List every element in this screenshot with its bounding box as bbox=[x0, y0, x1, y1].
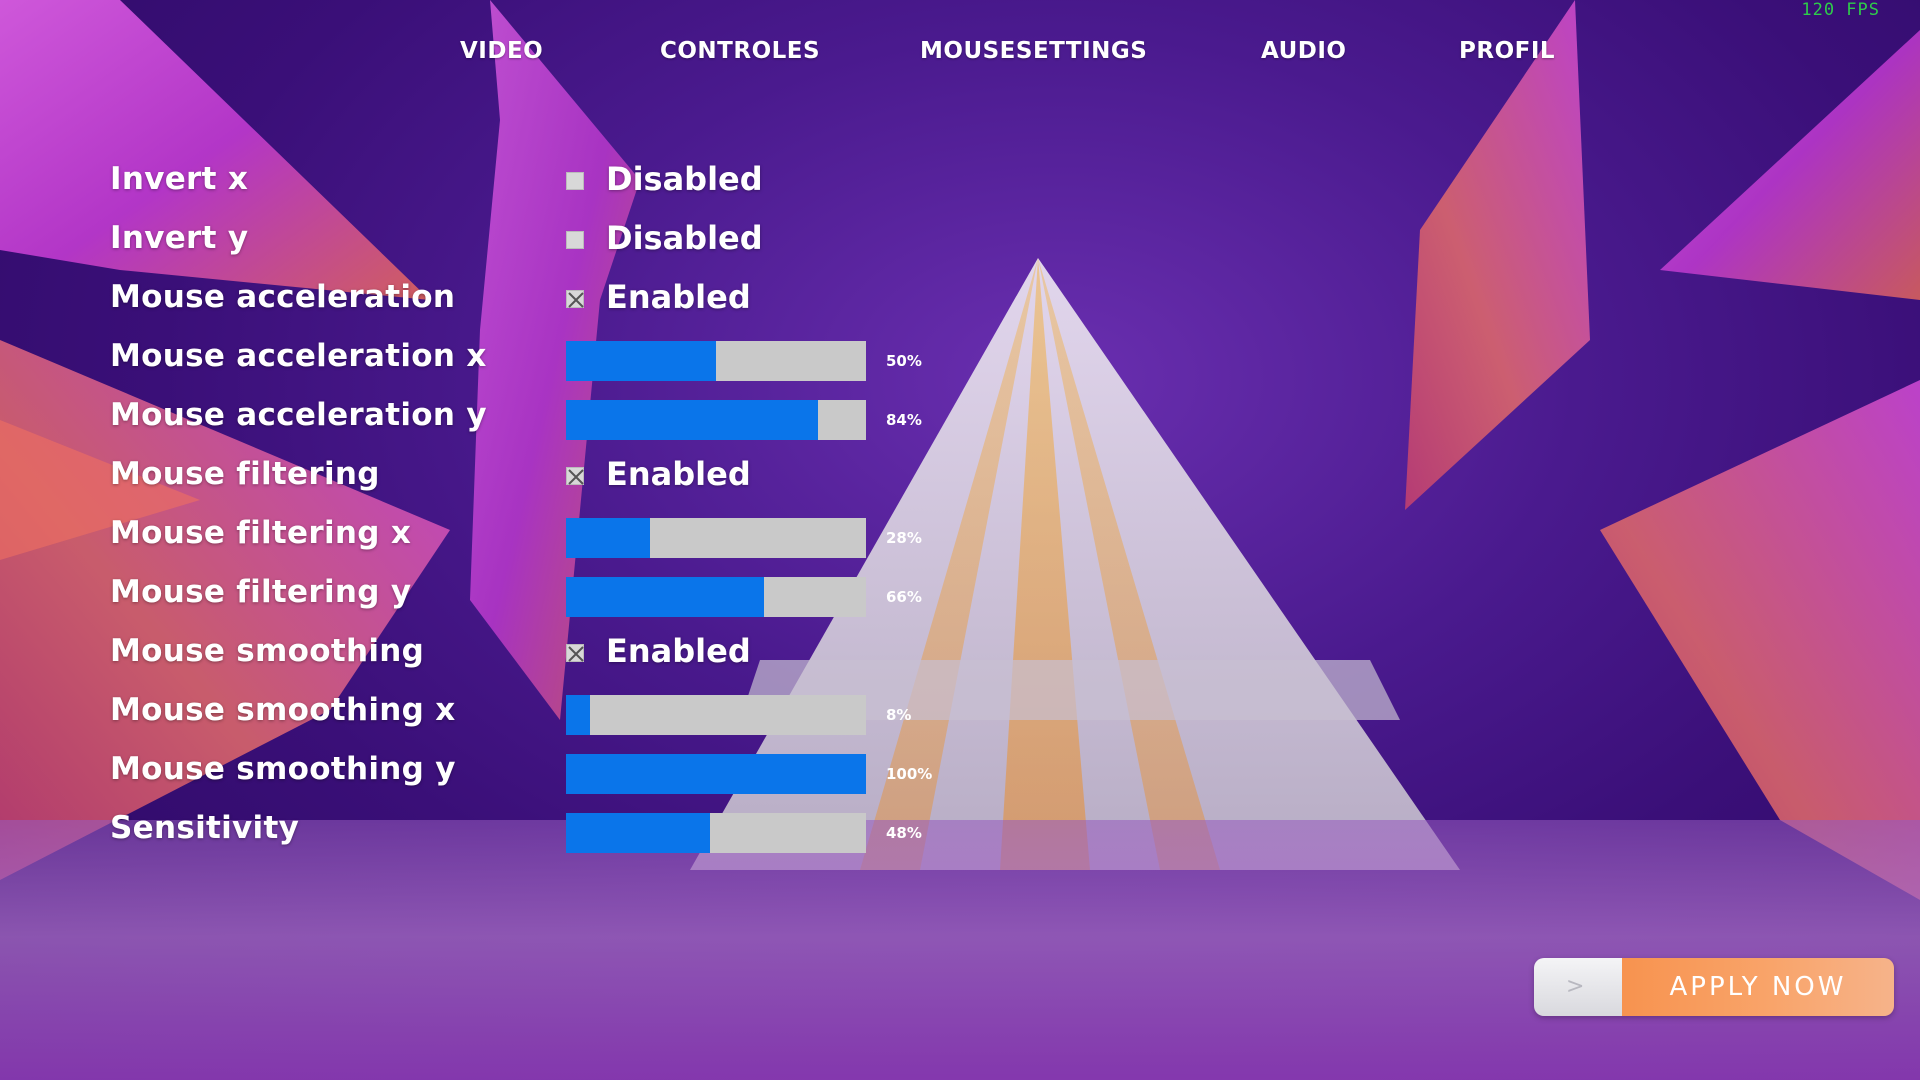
setting-label: Mouse acceleration y bbox=[110, 397, 487, 433]
slider-percent: 28% bbox=[886, 529, 922, 547]
x-mark-icon[interactable] bbox=[566, 644, 584, 662]
setting-row-invert-x: Invert x Disabled bbox=[110, 155, 1010, 205]
setting-label: Mouse acceleration x bbox=[110, 338, 487, 374]
setting-label: Mouse smoothing y bbox=[110, 751, 456, 787]
slider-percent: 66% bbox=[886, 588, 922, 606]
setting-label: Mouse filtering bbox=[110, 456, 380, 492]
tab-audio[interactable]: AUDIO bbox=[1261, 38, 1346, 64]
setting-row-mouse-smoothing-x: Mouse smoothing x 8% bbox=[110, 686, 1010, 736]
setting-label: Invert y bbox=[110, 220, 249, 256]
sensitivity-slider[interactable] bbox=[566, 813, 866, 853]
x-mark-icon[interactable] bbox=[566, 290, 584, 308]
mouse-filtering-x-slider[interactable] bbox=[566, 518, 866, 558]
apply-now-button[interactable]: > APPLY NOW bbox=[1534, 958, 1894, 1016]
toggle-value: Enabled bbox=[606, 455, 751, 493]
toggle-value: Enabled bbox=[606, 278, 751, 316]
tab-profil[interactable]: PROFIL bbox=[1459, 38, 1555, 64]
slider-fill bbox=[566, 341, 716, 381]
slider-percent: 8% bbox=[886, 706, 912, 724]
x-mark-icon[interactable] bbox=[566, 467, 584, 485]
setting-row-mouse-acceleration-y: Mouse acceleration y 84% bbox=[110, 391, 1010, 441]
slider-fill bbox=[566, 813, 710, 853]
floor-haze bbox=[0, 820, 1920, 1080]
setting-label: Invert x bbox=[110, 161, 249, 197]
setting-row-sensitivity: Sensitivity 48% bbox=[110, 804, 1010, 854]
setting-row-mouse-smoothing: Mouse smoothing Enabled bbox=[110, 627, 1010, 677]
chevron-right-icon: > bbox=[1566, 974, 1585, 999]
tab-controles[interactable]: CONTROLES bbox=[660, 38, 820, 64]
setting-label: Sensitivity bbox=[110, 810, 300, 846]
mouse-acceleration-x-slider[interactable] bbox=[566, 341, 866, 381]
setting-row-mouse-filtering-x: Mouse filtering x 28% bbox=[110, 509, 1010, 559]
tab-mousesettings[interactable]: MOUSESETTINGS bbox=[920, 38, 1147, 64]
apply-label-box: APPLY NOW bbox=[1622, 958, 1894, 1016]
setting-row-invert-y: Invert y Disabled bbox=[110, 214, 1010, 264]
slider-percent: 100% bbox=[886, 765, 933, 783]
apply-arrow-box: > bbox=[1534, 958, 1622, 1016]
setting-row-mouse-filtering: Mouse filtering Enabled bbox=[110, 450, 1010, 500]
slider-fill bbox=[566, 400, 818, 440]
setting-row-mouse-filtering-y: Mouse filtering y 66% bbox=[110, 568, 1010, 618]
toggle-value: Disabled bbox=[606, 160, 763, 198]
empty-checkbox-icon[interactable] bbox=[566, 231, 584, 249]
mouse-acceleration-y-slider[interactable] bbox=[566, 400, 866, 440]
setting-label: Mouse smoothing x bbox=[110, 692, 456, 728]
toggle-value: Enabled bbox=[606, 632, 751, 670]
slider-fill bbox=[566, 754, 866, 794]
apply-now-label: APPLY NOW bbox=[1669, 972, 1847, 1002]
setting-label: Mouse acceleration bbox=[110, 279, 456, 315]
setting-label: Mouse filtering y bbox=[110, 574, 412, 610]
mouse-smoothing-x-slider[interactable] bbox=[566, 695, 866, 735]
mouse-smoothing-y-slider[interactable] bbox=[566, 754, 866, 794]
slider-percent: 48% bbox=[886, 824, 922, 842]
setting-row-mouse-acceleration: Mouse acceleration Enabled bbox=[110, 273, 1010, 323]
slider-percent: 50% bbox=[886, 352, 922, 370]
setting-label: Mouse smoothing bbox=[110, 633, 425, 669]
slider-fill bbox=[566, 695, 590, 735]
setting-row-mouse-smoothing-y: Mouse smoothing y 100% bbox=[110, 745, 1010, 795]
slider-fill bbox=[566, 577, 764, 617]
empty-checkbox-icon[interactable] bbox=[566, 172, 584, 190]
toggle-value: Disabled bbox=[606, 219, 763, 257]
slider-fill bbox=[566, 518, 650, 558]
slider-percent: 84% bbox=[886, 411, 922, 429]
mouse-filtering-y-slider[interactable] bbox=[566, 577, 866, 617]
setting-label: Mouse filtering x bbox=[110, 515, 412, 551]
top-nav: VIDEO CONTROLES MOUSESETTINGS AUDIO PROF… bbox=[0, 38, 1920, 74]
tab-video[interactable]: VIDEO bbox=[460, 38, 543, 64]
fps-counter: 120 FPS bbox=[1801, 0, 1880, 20]
setting-row-mouse-acceleration-x: Mouse acceleration x 50% bbox=[110, 332, 1010, 382]
